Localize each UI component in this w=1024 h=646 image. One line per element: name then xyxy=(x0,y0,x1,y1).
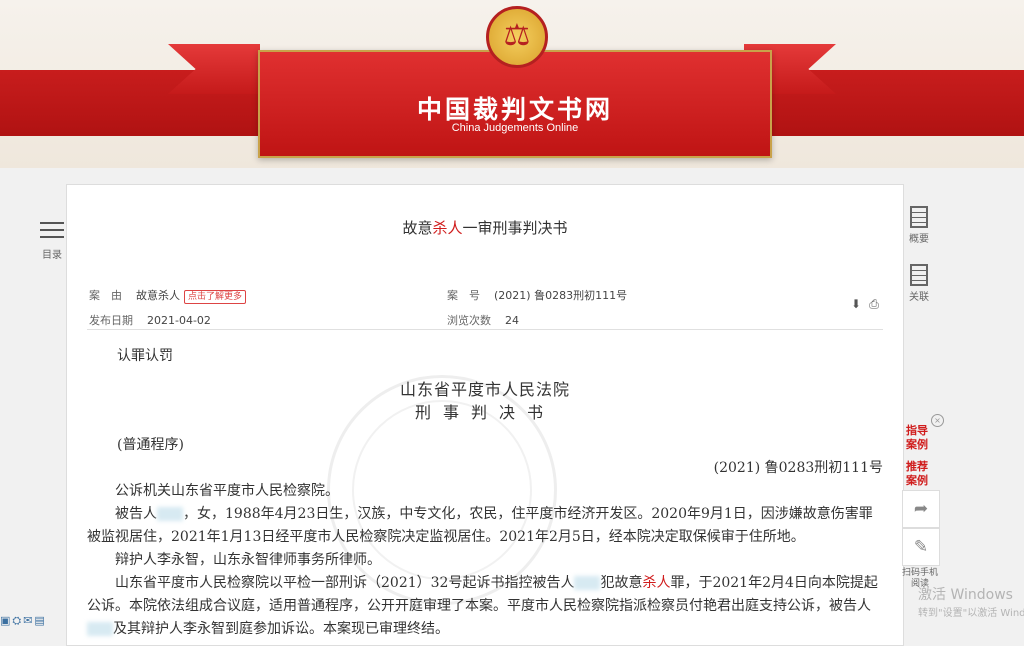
case-number-label: 案 号 xyxy=(447,289,480,302)
procedure: (普通程序) xyxy=(117,437,184,453)
text-segment: 犯故意 xyxy=(600,575,643,591)
body-line: 认罪认罚 xyxy=(117,348,173,364)
learn-more-tag[interactable]: 点击了解更多 xyxy=(184,290,247,304)
divider xyxy=(87,329,883,330)
print-icon[interactable]: ⎙ xyxy=(867,297,881,311)
banner-wing-left xyxy=(168,44,260,94)
document-icon xyxy=(910,264,928,286)
download-icon[interactable]: ⬇ xyxy=(849,297,863,311)
cause-value: 故意杀人 xyxy=(136,289,180,302)
body-paragraph: 山东省平度市人民检察院以平检一部刑诉（2021）32号起诉书指控被告人 犯故意杀人… xyxy=(87,572,883,641)
text-segment: 被告人 xyxy=(115,506,157,522)
court-name: 山东省平度市人民法院 xyxy=(399,380,570,399)
recommended-cases-link[interactable]: 推荐案例 xyxy=(906,460,936,488)
taskbar-icons[interactable]: ▣⛭✉▤ xyxy=(0,612,66,630)
toc-label: 目录 xyxy=(42,250,62,261)
views-value: 24 xyxy=(505,314,519,327)
case-number-value: (2021) 鲁0283刑初111号 xyxy=(494,289,628,302)
views-field: 浏览次数 24 xyxy=(447,312,519,328)
body-paragraph: 被告人 ，女，1988年4月23日生，汉族，中专文化，农民，住平度市经济开发区。2… xyxy=(87,503,883,549)
title-part: 故意 xyxy=(402,219,433,237)
keyword-highlight: 杀人 xyxy=(642,575,671,591)
share-icon[interactable]: ➦ xyxy=(902,490,940,528)
site-title[interactable]: 中国裁判文书网 xyxy=(258,90,772,126)
site-subtitle: China Judgements Online xyxy=(451,122,579,134)
case-number-field: 案 号 (2021) 鲁0283刑初111号 xyxy=(447,287,627,303)
text-segment: 及其辩护人李永智到庭参加诉讼。本案现已审理终结。 xyxy=(113,621,449,637)
text-segment: 山东省平度市人民检察院以平检一部刑诉（2021）32号起诉书指控被告人 xyxy=(115,575,575,591)
activate-windows-text: 激活 Windows xyxy=(918,587,1013,603)
guiding-cases-link[interactable]: 指导案例 xyxy=(906,424,936,452)
body-case-number: (2021) 鲁0283刑初111号 xyxy=(713,460,883,476)
redaction xyxy=(574,576,601,590)
related-button[interactable]: 关联 xyxy=(904,264,934,303)
redaction xyxy=(87,622,113,636)
edit-icon[interactable]: ✎ xyxy=(902,528,940,566)
document-title: 故意杀人一审刑事判决书 xyxy=(67,217,903,238)
document-icon xyxy=(910,206,928,228)
related-label: 关联 xyxy=(909,292,929,303)
document-type: 刑事判决书 xyxy=(414,403,555,422)
body-paragraph: 辩护人李永智，山东永智律师事务所律师。 xyxy=(115,552,381,568)
publish-date-label: 发布日期 xyxy=(89,314,133,327)
views-label: 浏览次数 xyxy=(447,314,491,327)
document-body: 认罪认罚 山东省平度市人民法院 刑事判决书 (普通程序) (2021) 鲁028… xyxy=(87,345,883,641)
summary-label: 概要 xyxy=(909,234,929,245)
publish-date-value: 2021-04-02 xyxy=(147,314,211,327)
publish-date-field: 发布日期 2021-04-02 xyxy=(89,312,211,328)
toc-button[interactable]: 目录 xyxy=(38,222,66,261)
title-part: 一审刑事判决书 xyxy=(462,219,568,237)
activate-windows-hint: 转到"设置"以激活 Windows xyxy=(918,608,1024,619)
document-panel: 故意杀人一审刑事判决书 案 由故意杀人 点击了解更多 案 号 (2021) 鲁028… xyxy=(66,184,904,646)
cause-label: 案 由 xyxy=(89,289,122,302)
title-highlight: 杀人 xyxy=(432,219,463,237)
redaction xyxy=(157,507,183,521)
body-paragraph: 公诉机关山东省平度市人民检察院。 xyxy=(115,483,339,499)
cause-field: 案 由 故意杀人 点击了解更多 xyxy=(89,287,247,304)
court-emblem-icon: ⚖ xyxy=(486,6,548,68)
site-header: ⚖ 中国裁判文书网 China Judgements Online xyxy=(0,0,1024,168)
list-icon xyxy=(40,222,64,242)
text-segment: ，女，1988年4月23日生，汉族，中专文化，农民，住平度市经济开发区。2020… xyxy=(87,506,873,545)
summary-button[interactable]: 概要 xyxy=(904,206,934,245)
